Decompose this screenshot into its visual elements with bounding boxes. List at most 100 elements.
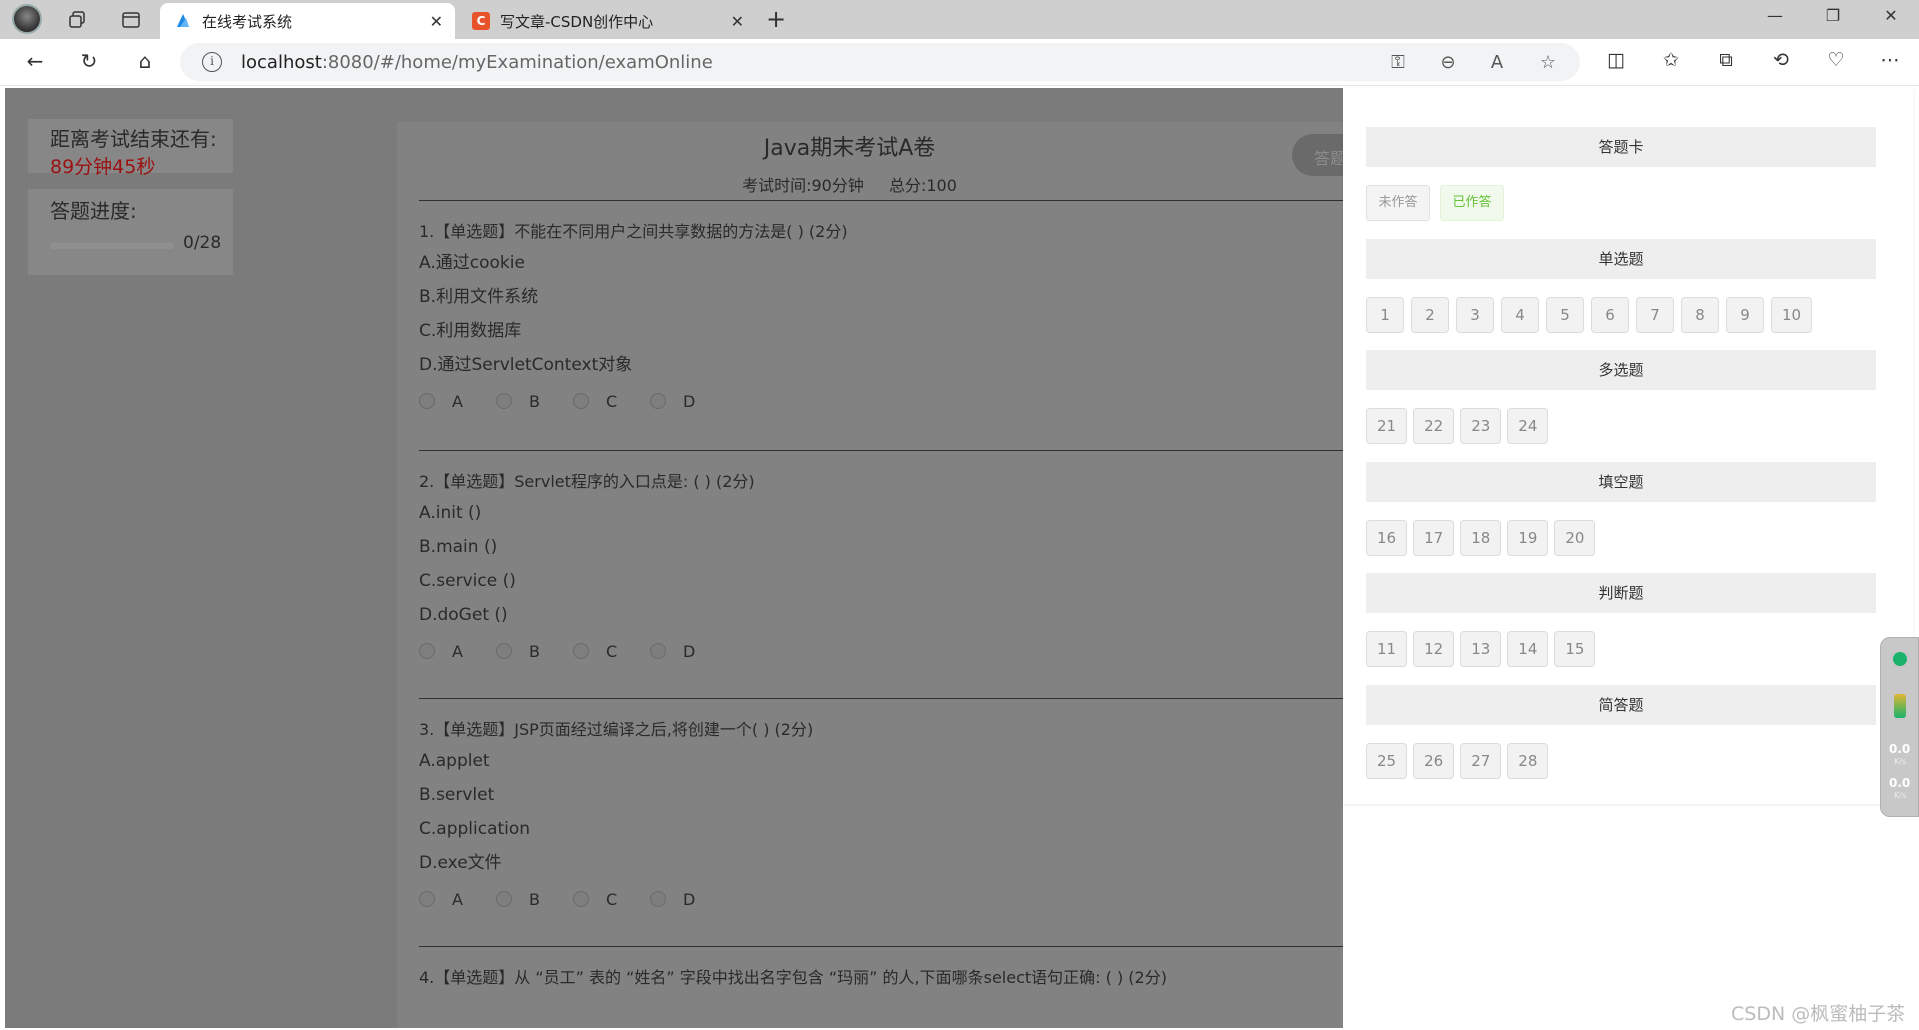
minimize-icon[interactable]: — <box>1760 6 1790 25</box>
watermark: CSDN @枫蜜柚子茶 <box>1731 1003 1906 1025</box>
question-number-button[interactable]: 9 <box>1726 297 1764 333</box>
history-icon[interactable]: ⟲ <box>1767 49 1795 71</box>
radio-c[interactable]: C <box>573 392 650 411</box>
tab-exam-system[interactable]: 在线考试系统 ✕ <box>160 3 455 39</box>
radio-c[interactable]: C <box>573 642 650 661</box>
radio-circle-icon[interactable] <box>650 891 666 907</box>
radio-circle-icon[interactable] <box>496 393 512 409</box>
question-number-button[interactable]: 18 <box>1460 520 1502 556</box>
radio-label: B <box>529 889 540 909</box>
question-number-button[interactable]: 26 <box>1413 743 1455 779</box>
radio-circle-icon[interactable] <box>573 643 589 659</box>
address-url[interactable]: localhost:8080/#/home/myExamination/exam… <box>241 52 713 73</box>
close-tab-icon[interactable]: ✕ <box>430 12 443 31</box>
question-number-button[interactable]: 25 <box>1366 743 1408 779</box>
section-true-false: 判断题 <box>1366 573 1876 613</box>
question-number-button[interactable]: 17 <box>1413 520 1455 556</box>
upload-speed: 0.0 <box>1889 742 1911 756</box>
question-number-button[interactable]: 11 <box>1366 631 1408 667</box>
exam-title: Java期末考试A卷 <box>763 136 936 161</box>
question-number-button[interactable]: 28 <box>1507 743 1549 779</box>
radio-a[interactable]: A <box>419 392 496 411</box>
radio-circle-icon[interactable] <box>573 393 589 409</box>
question-number-button[interactable]: 6 <box>1591 297 1629 333</box>
radio-b[interactable]: B <box>496 392 573 411</box>
tab-title: 写文章-CSDN创作中心 <box>500 12 654 31</box>
refresh-icon[interactable]: ↻ <box>74 49 104 73</box>
favorite-star-icon[interactable]: ☆ <box>1536 52 1560 73</box>
zoom-out-icon[interactable]: ⊖ <box>1436 52 1460 73</box>
question-number-button[interactable]: 10 <box>1771 297 1813 333</box>
radio-a[interactable]: A <box>419 642 496 661</box>
question-number-button[interactable]: 15 <box>1554 631 1596 667</box>
question-number-button[interactable]: 27 <box>1460 743 1502 779</box>
option-text: C.application <box>419 819 531 839</box>
radio-circle-icon[interactable] <box>496 643 512 659</box>
back-icon[interactable]: ← <box>20 49 50 73</box>
question-number-button[interactable]: 13 <box>1460 631 1502 667</box>
question-number-button[interactable]: 22 <box>1413 408 1455 444</box>
question-number-button[interactable]: 1 <box>1366 297 1404 333</box>
progress-panel: 答题进度: 0/28 <box>28 189 233 275</box>
radio-d[interactable]: D <box>650 392 727 411</box>
read-aloud-icon[interactable]: A <box>1485 52 1509 73</box>
usage-bar-icon <box>1894 694 1906 718</box>
radio-d[interactable]: D <box>650 890 727 909</box>
radio-b[interactable]: B <box>496 642 573 661</box>
question-number-button[interactable]: 7 <box>1636 297 1674 333</box>
radio-circle-icon[interactable] <box>419 891 435 907</box>
question-number-button[interactable]: 3 <box>1456 297 1494 333</box>
profile-avatar[interactable] <box>12 4 42 34</box>
question-number-button[interactable]: 2 <box>1411 297 1449 333</box>
radio-label: D <box>683 391 696 411</box>
radio-circle-icon[interactable] <box>650 643 666 659</box>
option-text: A.applet <box>419 751 490 771</box>
tab-actions-icon[interactable] <box>118 7 144 33</box>
radio-d[interactable]: D <box>650 642 727 661</box>
new-tab-icon[interactable]: + <box>766 7 786 31</box>
question-number-button[interactable]: 8 <box>1681 297 1719 333</box>
url-host: localhost <box>241 52 322 73</box>
answer-card-drawer: 答题卡 未作答 已作答 单选题 1 2 3 4 5 6 7 8 9 10 多选题… <box>1343 88 1919 1028</box>
question-number-button[interactable]: 23 <box>1460 408 1502 444</box>
question-number-button[interactable]: 4 <box>1501 297 1539 333</box>
close-tab-icon[interactable]: ✕ <box>731 12 744 31</box>
url-path: :8080/#/home/myExamination/examOnline <box>321 52 713 73</box>
option-text: D.通过ServletContext对象 <box>419 355 633 375</box>
option-text: A.init () <box>419 503 482 523</box>
radio-circle-icon[interactable] <box>419 643 435 659</box>
question-number-button[interactable]: 16 <box>1366 520 1408 556</box>
radio-circle-icon[interactable] <box>573 891 589 907</box>
question-3: 3.【单选题】JSP页面经过编译之后,将创建一个( ) (2分) A.apple… <box>419 716 1349 914</box>
question-number-button[interactable]: 19 <box>1507 520 1549 556</box>
home-icon[interactable]: ⌂ <box>130 49 160 73</box>
question-number-button[interactable]: 21 <box>1366 408 1408 444</box>
collections-icon[interactable]: ⧉ <box>1712 49 1740 71</box>
radio-a[interactable]: A <box>419 890 496 909</box>
close-window-icon[interactable]: ✕ <box>1876 6 1906 25</box>
option-text: C.利用数据库 <box>419 321 522 341</box>
tab-csdn[interactable]: C 写文章-CSDN创作中心 ✕ <box>458 3 756 39</box>
address-bar[interactable]: i localhost:8080/#/home/myExamination/ex… <box>180 43 1580 81</box>
radio-circle-icon[interactable] <box>419 393 435 409</box>
site-info-icon[interactable]: i <box>202 52 222 72</box>
question-number-button[interactable]: 20 <box>1554 520 1596 556</box>
radio-c[interactable]: C <box>573 890 650 909</box>
workspaces-icon[interactable] <box>64 7 90 33</box>
network-speed-widget[interactable]: 0.0 K/s 0.0 K/s <box>1880 637 1919 817</box>
timer-panel: 距离考试结束还有: 89分钟45秒 <box>28 119 233 178</box>
more-menu-icon[interactable]: ⋯ <box>1876 49 1904 71</box>
radio-circle-icon[interactable] <box>496 891 512 907</box>
question-number-button[interactable]: 5 <box>1546 297 1584 333</box>
performance-icon[interactable]: ♡ <box>1822 49 1850 71</box>
question-number-button[interactable]: 14 <box>1507 631 1549 667</box>
fill-blank-numbers: 16 17 18 19 20 <box>1366 520 1601 556</box>
restore-icon[interactable]: ❐ <box>1818 6 1848 25</box>
question-number-button[interactable]: 24 <box>1507 408 1549 444</box>
question-number-button[interactable]: 12 <box>1413 631 1455 667</box>
split-screen-icon[interactable]: ◫ <box>1602 49 1630 71</box>
favorites-icon[interactable]: ✩ <box>1657 49 1685 71</box>
key-icon[interactable]: ⚿ <box>1386 52 1410 73</box>
radio-b[interactable]: B <box>496 890 573 909</box>
radio-circle-icon[interactable] <box>650 393 666 409</box>
